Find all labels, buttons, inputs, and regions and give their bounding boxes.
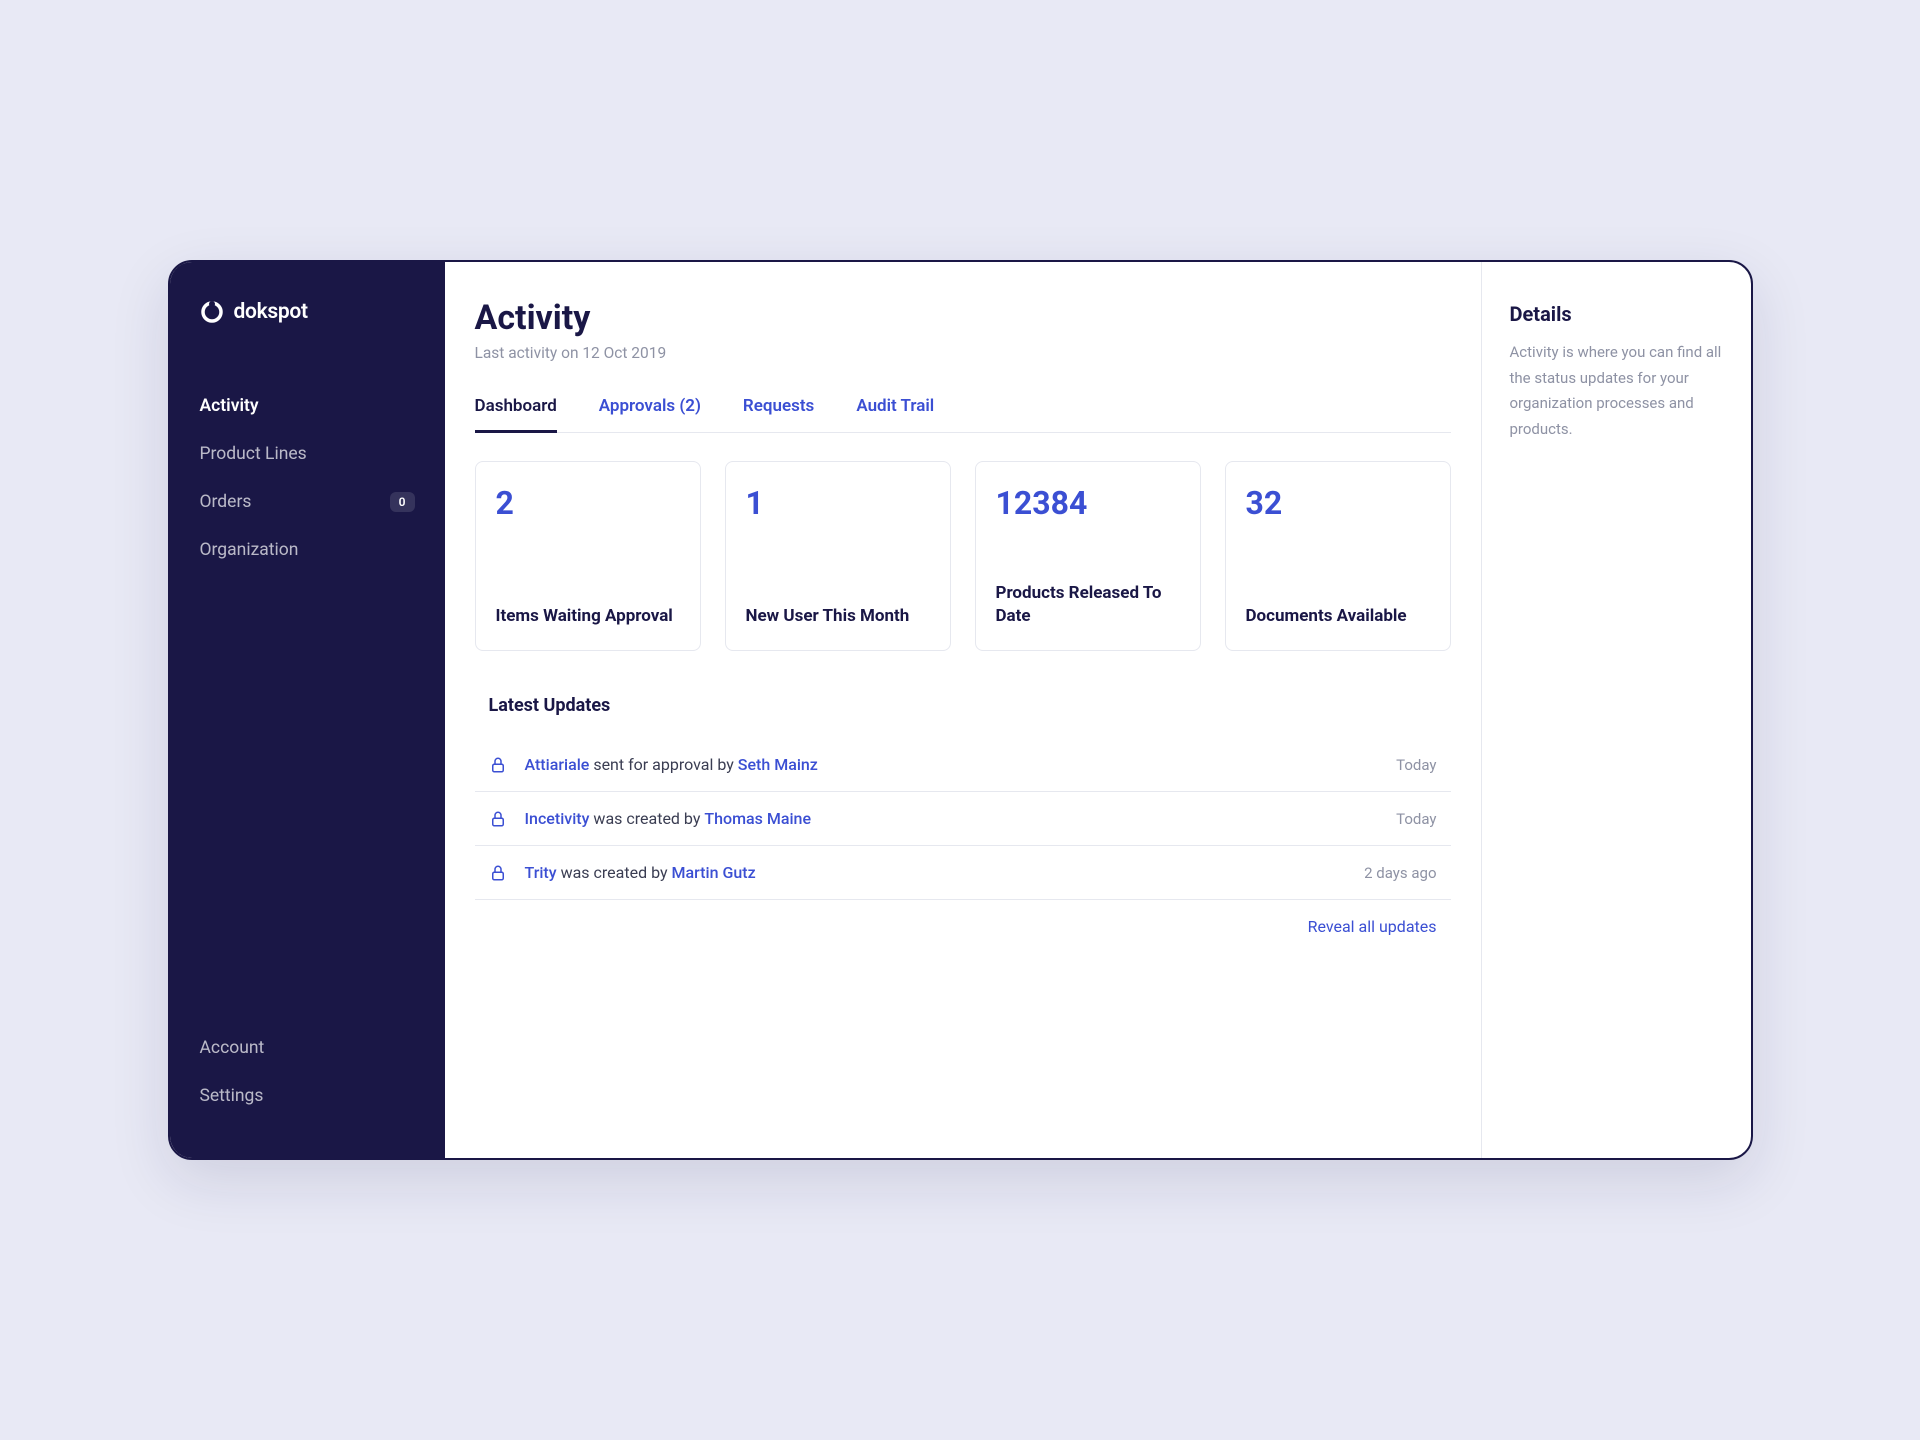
update-time: Today bbox=[1396, 810, 1436, 828]
reveal-all-link[interactable]: Reveal all updates bbox=[475, 900, 1451, 936]
details-title: Details bbox=[1510, 302, 1723, 326]
stat-value: 12384 bbox=[996, 484, 1180, 522]
brand-logo: dokspot bbox=[170, 300, 445, 324]
sidebar: dokspot Activity Product Lines Orders 0 … bbox=[170, 262, 445, 1158]
main: Activity Last activity on 12 Oct 2019 Da… bbox=[445, 262, 1751, 1158]
stat-label: Products Released To Date bbox=[996, 582, 1180, 628]
sidebar-item-organization[interactable]: Organization bbox=[170, 526, 445, 574]
updates-list: Attiariale sent for approval by Seth Mai… bbox=[475, 738, 1451, 900]
update-actor-link[interactable]: Thomas Maine bbox=[704, 809, 811, 828]
stat-products-released[interactable]: 12384 Products Released To Date bbox=[975, 461, 1201, 651]
stat-items-waiting[interactable]: 2 Items Waiting Approval bbox=[475, 461, 701, 651]
sidebar-item-product-lines[interactable]: Product Lines bbox=[170, 430, 445, 478]
tab-dashboard[interactable]: Dashboard bbox=[475, 396, 557, 433]
orders-badge: 0 bbox=[390, 492, 415, 512]
tabs: Dashboard Approvals (2) Requests Audit T… bbox=[475, 396, 1451, 433]
brand-name: dokspot bbox=[234, 300, 308, 324]
page-subtitle: Last activity on 12 Oct 2019 bbox=[475, 344, 1451, 362]
stat-value: 2 bbox=[496, 484, 680, 522]
sidebar-item-label: Organization bbox=[200, 540, 299, 560]
lock-icon bbox=[489, 864, 507, 882]
secondary-nav: Account Settings bbox=[170, 1024, 445, 1120]
update-time: Today bbox=[1396, 756, 1436, 774]
update-text: Trity was created by Martin Gutz bbox=[525, 863, 1365, 882]
stat-label: Items Waiting Approval bbox=[496, 605, 680, 628]
sidebar-item-account[interactable]: Account bbox=[170, 1024, 445, 1072]
update-text: Incetivity was created by Thomas Maine bbox=[525, 809, 1397, 828]
page-title: Activity bbox=[475, 298, 1451, 338]
sidebar-item-orders[interactable]: Orders 0 bbox=[170, 478, 445, 526]
lock-icon bbox=[489, 810, 507, 828]
update-row[interactable]: Trity was created by Martin Gutz 2 days … bbox=[475, 846, 1451, 900]
update-middle: was created by bbox=[557, 863, 672, 882]
tab-approvals[interactable]: Approvals (2) bbox=[599, 396, 701, 433]
lock-icon bbox=[489, 756, 507, 774]
update-middle: was created by bbox=[589, 809, 704, 828]
update-row[interactable]: Attiariale sent for approval by Seth Mai… bbox=[475, 738, 1451, 792]
sidebar-item-label: Orders bbox=[200, 492, 252, 512]
stat-label: New User This Month bbox=[746, 605, 930, 628]
app-window: dokspot Activity Product Lines Orders 0 … bbox=[168, 260, 1753, 1160]
primary-nav: Activity Product Lines Orders 0 Organiza… bbox=[170, 382, 445, 1024]
brand-icon bbox=[200, 300, 224, 324]
content: Activity Last activity on 12 Oct 2019 Da… bbox=[445, 262, 1481, 1158]
sidebar-item-label: Account bbox=[200, 1038, 265, 1058]
update-subject-link[interactable]: Trity bbox=[525, 863, 557, 882]
stat-documents[interactable]: 32 Documents Available bbox=[1225, 461, 1451, 651]
update-actor-link[interactable]: Seth Mainz bbox=[738, 755, 818, 774]
stat-new-users[interactable]: 1 New User This Month bbox=[725, 461, 951, 651]
sidebar-item-label: Product Lines bbox=[200, 444, 307, 464]
updates-heading: Latest Updates bbox=[475, 695, 1451, 716]
tab-audit-trail[interactable]: Audit Trail bbox=[856, 396, 934, 433]
update-actor-link[interactable]: Martin Gutz bbox=[672, 863, 756, 882]
update-middle: sent for approval by bbox=[589, 755, 737, 774]
sidebar-item-settings[interactable]: Settings bbox=[170, 1072, 445, 1120]
sidebar-item-label: Activity bbox=[200, 396, 259, 416]
stats-grid: 2 Items Waiting Approval 1 New User This… bbox=[475, 461, 1451, 651]
update-subject-link[interactable]: Incetivity bbox=[525, 809, 590, 828]
stat-value: 1 bbox=[746, 484, 930, 522]
details-panel: Details Activity is where you can find a… bbox=[1481, 262, 1751, 1158]
tab-requests[interactable]: Requests bbox=[743, 396, 814, 433]
sidebar-item-activity[interactable]: Activity bbox=[170, 382, 445, 430]
details-body: Activity is where you can find all the s… bbox=[1510, 340, 1723, 442]
stat-label: Documents Available bbox=[1246, 605, 1430, 628]
stat-value: 32 bbox=[1246, 484, 1430, 522]
update-row[interactable]: Incetivity was created by Thomas Maine T… bbox=[475, 792, 1451, 846]
update-text: Attiariale sent for approval by Seth Mai… bbox=[525, 755, 1397, 774]
update-time: 2 days ago bbox=[1364, 864, 1436, 882]
sidebar-item-label: Settings bbox=[200, 1086, 264, 1106]
update-subject-link[interactable]: Attiariale bbox=[525, 755, 590, 774]
